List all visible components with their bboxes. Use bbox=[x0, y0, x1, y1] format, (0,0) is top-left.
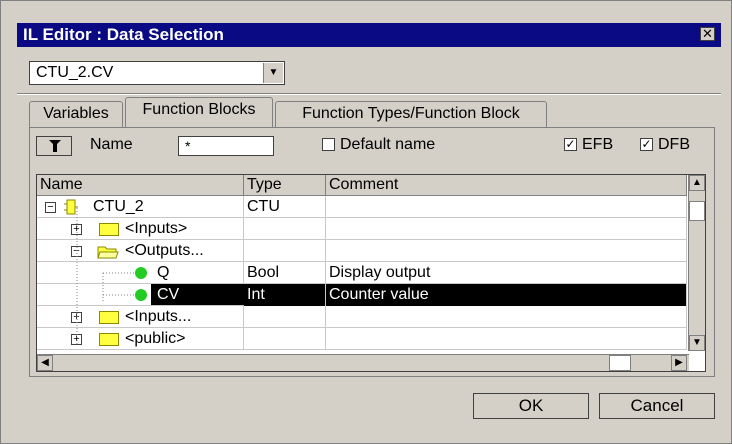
horizontal-scrollbar[interactable]: ◀ ▶ bbox=[37, 354, 689, 371]
name-cell: + <public> bbox=[37, 328, 244, 350]
column-header-name[interactable]: Name bbox=[37, 175, 244, 196]
row-name: <Outputs... bbox=[125, 242, 204, 259]
green-dot-icon bbox=[135, 267, 147, 279]
function-block-icon bbox=[64, 199, 78, 215]
name-filter-input[interactable]: * bbox=[178, 136, 274, 156]
name-cell: + <Inputs... bbox=[37, 306, 244, 328]
folder-icon bbox=[99, 333, 119, 346]
function-blocks-panel: Name * Default name ✓ EFB ✓ DFB Name Typ… bbox=[29, 127, 715, 377]
expand-icon[interactable]: + bbox=[71, 224, 82, 235]
default-name-label: Default name bbox=[340, 136, 436, 153]
comment-cell: Display output bbox=[326, 262, 687, 284]
row-name: Q bbox=[157, 264, 170, 281]
table-row[interactable]: − CTU_2 CTU bbox=[37, 196, 687, 218]
table-row[interactable]: + <Inputs... bbox=[37, 306, 687, 328]
type-cell bbox=[244, 306, 326, 328]
scroll-left-icon[interactable]: ◀ bbox=[37, 355, 53, 371]
default-name-checkbox[interactable] bbox=[322, 138, 335, 151]
dfb-checkbox[interactable]: ✓ bbox=[640, 138, 653, 151]
scroll-down-icon[interactable]: ▼ bbox=[689, 335, 705, 351]
vertical-scroll-thumb[interactable] bbox=[689, 201, 705, 221]
tab-label: Function Blocks bbox=[142, 101, 256, 118]
column-header-comment[interactable]: Comment bbox=[326, 175, 687, 196]
window-title: IL Editor : Data Selection bbox=[23, 25, 224, 44]
green-dot-icon bbox=[135, 289, 147, 301]
data-table: Name Type Comment − CTU_2 CTU + <Inputs>… bbox=[36, 174, 706, 372]
scroll-up-icon[interactable]: ▲ bbox=[689, 175, 705, 191]
column-header-type[interactable]: Type bbox=[244, 175, 326, 196]
expand-icon[interactable]: + bbox=[71, 312, 82, 323]
comment-cell bbox=[326, 218, 687, 240]
open-folder-icon bbox=[97, 246, 119, 259]
table-row[interactable]: Q Bool Display output bbox=[37, 262, 687, 284]
ok-button[interactable]: OK bbox=[473, 393, 589, 419]
tab-label: Function Types/Function Block bbox=[302, 105, 520, 122]
dfb-label: DFB bbox=[658, 136, 690, 153]
table-row[interactable]: + <Inputs> bbox=[37, 218, 687, 240]
name-cell: + <Inputs> bbox=[37, 218, 244, 240]
collapse-icon[interactable]: − bbox=[71, 246, 82, 257]
scroll-right-icon[interactable]: ▶ bbox=[671, 355, 687, 371]
type-cell bbox=[244, 240, 326, 262]
comment-cell: Counter value bbox=[326, 284, 687, 306]
tab-variables[interactable]: Variables bbox=[29, 101, 123, 127]
filter-icon bbox=[49, 140, 61, 152]
horizontal-scroll-thumb[interactable] bbox=[609, 355, 631, 371]
collapse-icon[interactable]: − bbox=[45, 202, 56, 213]
variable-selector-combo[interactable]: CTU_2.CV ▼ bbox=[29, 61, 285, 85]
vertical-scrollbar[interactable]: ▲ ▼ bbox=[688, 175, 705, 351]
efb-label: EFB bbox=[582, 136, 614, 153]
row-name: CV bbox=[157, 286, 180, 303]
row-name: <Inputs... bbox=[125, 308, 192, 325]
comment-cell bbox=[326, 240, 687, 262]
title-bar[interactable]: IL Editor : Data Selection ✕ bbox=[17, 23, 721, 47]
tab-label: Variables bbox=[43, 105, 109, 122]
comment-cell bbox=[326, 306, 687, 328]
dialog-body: CTU_2.CV ▼ Variables Function Blocks Fun… bbox=[17, 47, 721, 439]
name-label: Name bbox=[90, 136, 133, 153]
tab-function-types[interactable]: Function Types/Function Block bbox=[275, 101, 547, 127]
dropdown-arrow-icon[interactable]: ▼ bbox=[263, 63, 283, 83]
separator bbox=[17, 93, 721, 95]
row-name: CTU_2 bbox=[93, 198, 144, 215]
name-cell: CV bbox=[37, 284, 244, 306]
filter-button[interactable] bbox=[36, 136, 72, 156]
cancel-button[interactable]: Cancel bbox=[599, 393, 715, 419]
dialog-window: IL Editor : Data Selection ✕ CTU_2.CV ▼ … bbox=[0, 0, 732, 444]
name-cell: − <Outputs... bbox=[37, 240, 244, 262]
table-row[interactable]: − <Outputs... bbox=[37, 240, 687, 262]
name-cell: Q bbox=[37, 262, 244, 284]
type-cell: Int bbox=[244, 284, 326, 306]
name-cell: − CTU_2 bbox=[37, 196, 244, 218]
comment-cell bbox=[326, 328, 687, 350]
efb-checkbox[interactable]: ✓ bbox=[564, 138, 577, 151]
table-row-selected[interactable]: CV Int Counter value bbox=[37, 284, 687, 306]
table-row[interactable]: + <public> bbox=[37, 328, 687, 350]
row-name: <Inputs> bbox=[125, 220, 188, 237]
variable-selector-value: CTU_2.CV bbox=[36, 64, 114, 81]
folder-icon bbox=[99, 311, 119, 324]
close-icon[interactable]: ✕ bbox=[700, 27, 715, 41]
expand-icon[interactable]: + bbox=[71, 334, 82, 345]
type-cell bbox=[244, 328, 326, 350]
type-cell: Bool bbox=[244, 262, 326, 284]
type-cell: CTU bbox=[244, 196, 326, 218]
comment-cell bbox=[326, 196, 687, 218]
row-name: <public> bbox=[125, 330, 186, 347]
type-cell bbox=[244, 218, 326, 240]
folder-icon bbox=[99, 223, 119, 236]
tab-function-blocks[interactable]: Function Blocks bbox=[125, 97, 273, 127]
